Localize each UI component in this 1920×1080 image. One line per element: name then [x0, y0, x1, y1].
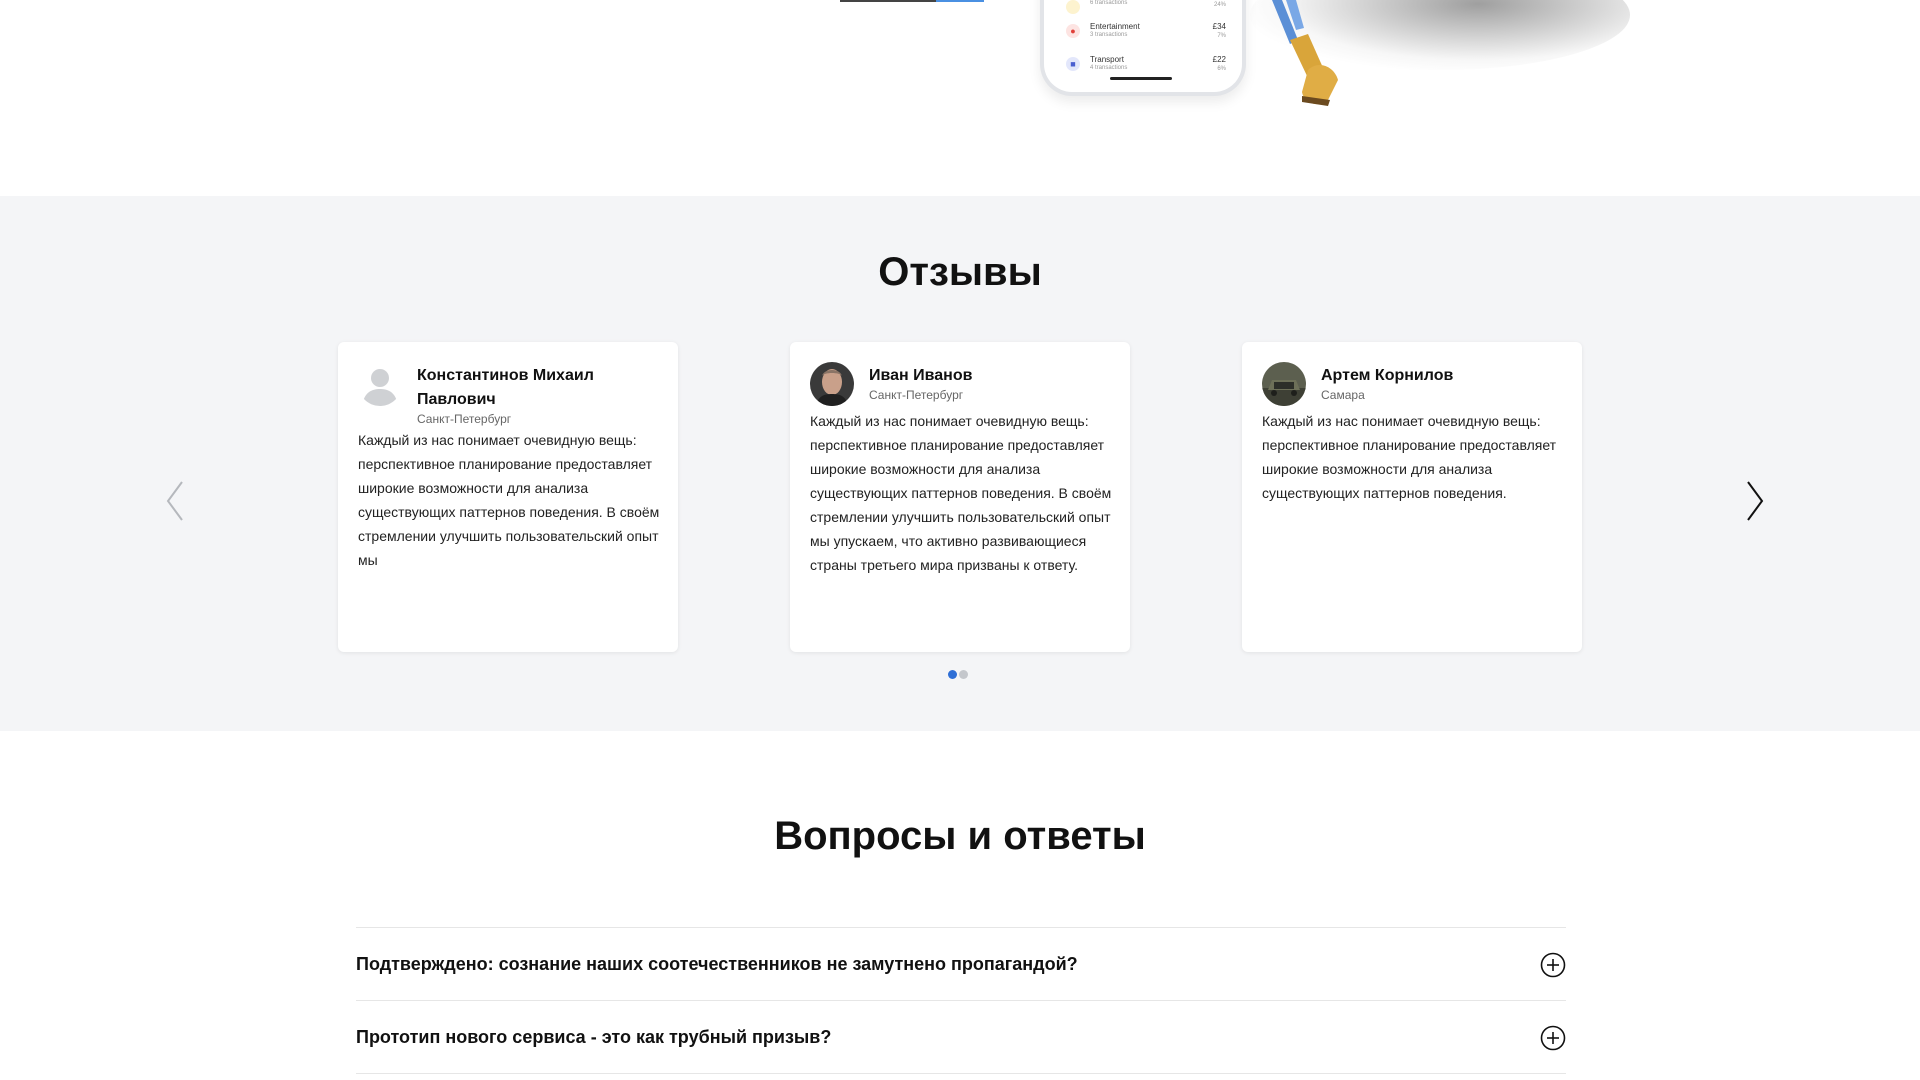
man-portrait-avatar	[810, 362, 854, 406]
faq-question[interactable]: Прототип нового сервиса - это как трубны…	[356, 1027, 831, 1048]
carousel-prev-button[interactable]	[160, 476, 190, 526]
plus-circle-icon[interactable]	[1540, 952, 1566, 978]
phone-row-name: Transport	[1090, 55, 1124, 64]
phone-row-percent: 24%	[1213, 2, 1226, 8]
phone-row: ■ Transport 4 transactions £22 6%	[1066, 55, 1226, 79]
chevron-left-icon	[166, 481, 183, 521]
plus-circle-icon[interactable]	[1540, 1025, 1566, 1051]
category-icon	[1066, 0, 1080, 14]
phone-row: 6 transactions 24%	[1066, 0, 1226, 22]
phone-row: ● Entertainment 3 transactions £34 7%	[1066, 22, 1226, 46]
review-author: Константинов Михаил Павлович	[417, 367, 594, 408]
review-text: Каждый из нас понимает очевидную вещь: п…	[1262, 413, 1557, 501]
ticket-icon: ●	[1066, 24, 1080, 38]
pagination-dot[interactable]	[959, 670, 968, 679]
placeholder-avatar	[358, 362, 402, 406]
phone-row-percent: 6%	[1217, 66, 1226, 72]
review-text: Каждый из нас понимает очевидную вещь: п…	[810, 413, 1112, 573]
phone-row-amount: £34	[1212, 22, 1226, 31]
review-author: Иван Иванов	[869, 367, 973, 384]
review-city: Санкт-Петербург	[869, 388, 964, 402]
car-photo-avatar	[1262, 362, 1306, 406]
chevron-right-icon	[1747, 481, 1764, 521]
faq-item[interactable]: Прототип нового сервиса - это как трубны…	[356, 1001, 1566, 1074]
carousel-pagination	[948, 666, 970, 679]
review-text: Каждый из нас понимает очевидную вещь: п…	[358, 432, 660, 568]
hero-section: 6 transactions 24% ● Entertainment 3 tra…	[0, 0, 1920, 196]
bus-icon: ■	[1066, 57, 1080, 71]
faq-question[interactable]: Подтверждено: сознание наших соотечестве…	[356, 954, 1078, 975]
phone-row-sub: 6 transactions	[1090, 0, 1128, 6]
phone-row-amount: £22	[1212, 55, 1226, 64]
phone-mockup-image: 6 transactions 24% ● Entertainment 3 tra…	[1040, 0, 1246, 96]
review-city: Санкт-Петербург	[417, 412, 512, 426]
faq-title: Вопросы и ответы	[774, 814, 1146, 858]
phone-row-sub: 3 transactions	[1090, 32, 1128, 38]
reviews-section: Отзывы Константинов Михаил Павлович Санк…	[0, 196, 1920, 731]
faq-item[interactable]: Подтверждено: сознание наших соотечестве…	[356, 928, 1566, 1001]
phone-row-name: Entertainment	[1090, 22, 1140, 31]
carousel-next-button[interactable]	[1740, 476, 1770, 526]
character-legs-image	[1272, 0, 1338, 106]
phone-row-percent: 7%	[1217, 33, 1226, 39]
reviews-title: Отзывы	[878, 250, 1042, 294]
hero-divider-accent	[936, 0, 984, 2]
pagination-dot-active[interactable]	[948, 670, 957, 679]
review-city: Самара	[1321, 388, 1365, 402]
review-author: Артем Корнилов	[1321, 367, 1454, 384]
faq-list: Подтверждено: сознание наших соотечестве…	[356, 927, 1566, 1074]
review-card: Константинов Михаил Павлович Санкт-Петер…	[338, 342, 678, 652]
phone-row-sub: 4 transactions	[1090, 65, 1128, 71]
review-card: Артем Корнилов Самара Каждый из нас пони…	[1242, 342, 1582, 652]
phone-home-indicator	[1110, 77, 1172, 80]
review-card: Иван Иванов Санкт-Петербург Каждый из на…	[790, 342, 1130, 652]
